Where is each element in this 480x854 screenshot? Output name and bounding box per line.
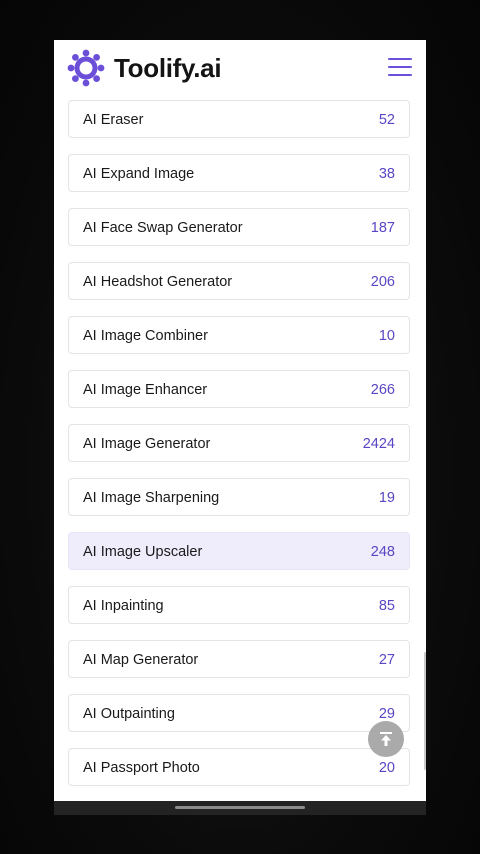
- category-item-ai-eraser[interactable]: AI Eraser 52: [68, 100, 410, 138]
- category-label: AI Eraser: [83, 112, 144, 128]
- category-item-ai-image-upscaler[interactable]: AI Image Upscaler 248: [68, 532, 410, 570]
- category-count: 10: [378, 328, 395, 344]
- scroll-to-top-button[interactable]: [368, 721, 404, 757]
- toolify-logo-icon[interactable]: [67, 49, 105, 87]
- category-label: AI Map Generator: [83, 652, 199, 668]
- category-label: AI Headshot Generator: [83, 274, 233, 290]
- category-label: AI Image Enhancer: [83, 382, 208, 398]
- scrollbar[interactable]: [424, 652, 426, 770]
- category-label: AI Image Sharpening: [83, 490, 220, 506]
- top-navbar: Toolify.ai: [54, 40, 426, 96]
- category-count: 187: [370, 220, 395, 236]
- category-label: AI Image Combiner: [83, 328, 208, 344]
- category-count: 266: [370, 382, 395, 398]
- category-label: AI Inpainting: [83, 598, 164, 614]
- category-item-ai-image-generator[interactable]: AI Image Generator 2424: [68, 424, 410, 462]
- category-item-ai-map-generator[interactable]: AI Map Generator 27: [68, 640, 410, 678]
- category-count: 27: [378, 652, 395, 668]
- category-item-ai-headshot-generator[interactable]: AI Headshot Generator 206: [68, 262, 410, 300]
- category-label: AI Face Swap Generator: [83, 220, 243, 236]
- arrow-up-to-top-icon: [380, 732, 392, 746]
- category-label: AI Image Upscaler: [83, 544, 203, 560]
- category-item-ai-image-combiner[interactable]: AI Image Combiner 10: [68, 316, 410, 354]
- category-count: 85: [378, 598, 395, 614]
- category-item-ai-image-sharpening[interactable]: AI Image Sharpening 19: [68, 478, 410, 516]
- phone-screen: Toolify.ai AI Eraser 52 AI Expand Image …: [54, 40, 426, 801]
- category-count: 38: [378, 166, 395, 182]
- hamburger-menu-icon[interactable]: [388, 56, 414, 78]
- category-item-ai-inpainting[interactable]: AI Inpainting 85: [68, 586, 410, 624]
- category-count: 19: [378, 490, 395, 506]
- category-label: AI Outpainting: [83, 706, 175, 722]
- category-count: 52: [378, 112, 395, 128]
- category-count: 20: [378, 760, 395, 776]
- category-count: 2424: [362, 436, 395, 452]
- category-label: AI Image Generator: [83, 436, 211, 452]
- category-count: 248: [370, 544, 395, 560]
- category-item-ai-face-swap-generator[interactable]: AI Face Swap Generator 187: [68, 208, 410, 246]
- category-item-ai-image-enhancer[interactable]: AI Image Enhancer 266: [68, 370, 410, 408]
- category-item-ai-passport-photo[interactable]: AI Passport Photo 20: [68, 748, 410, 786]
- category-label: AI Expand Image: [83, 166, 195, 182]
- category-count: 206: [370, 274, 395, 290]
- category-item-ai-outpainting[interactable]: AI Outpainting 29: [68, 694, 410, 732]
- brand-name[interactable]: Toolify.ai: [114, 52, 222, 84]
- home-indicator[interactable]: [175, 806, 305, 809]
- category-item-ai-expand-image[interactable]: AI Expand Image 38: [68, 154, 410, 192]
- category-label: AI Passport Photo: [83, 760, 200, 776]
- system-navigation-bar: [54, 801, 426, 815]
